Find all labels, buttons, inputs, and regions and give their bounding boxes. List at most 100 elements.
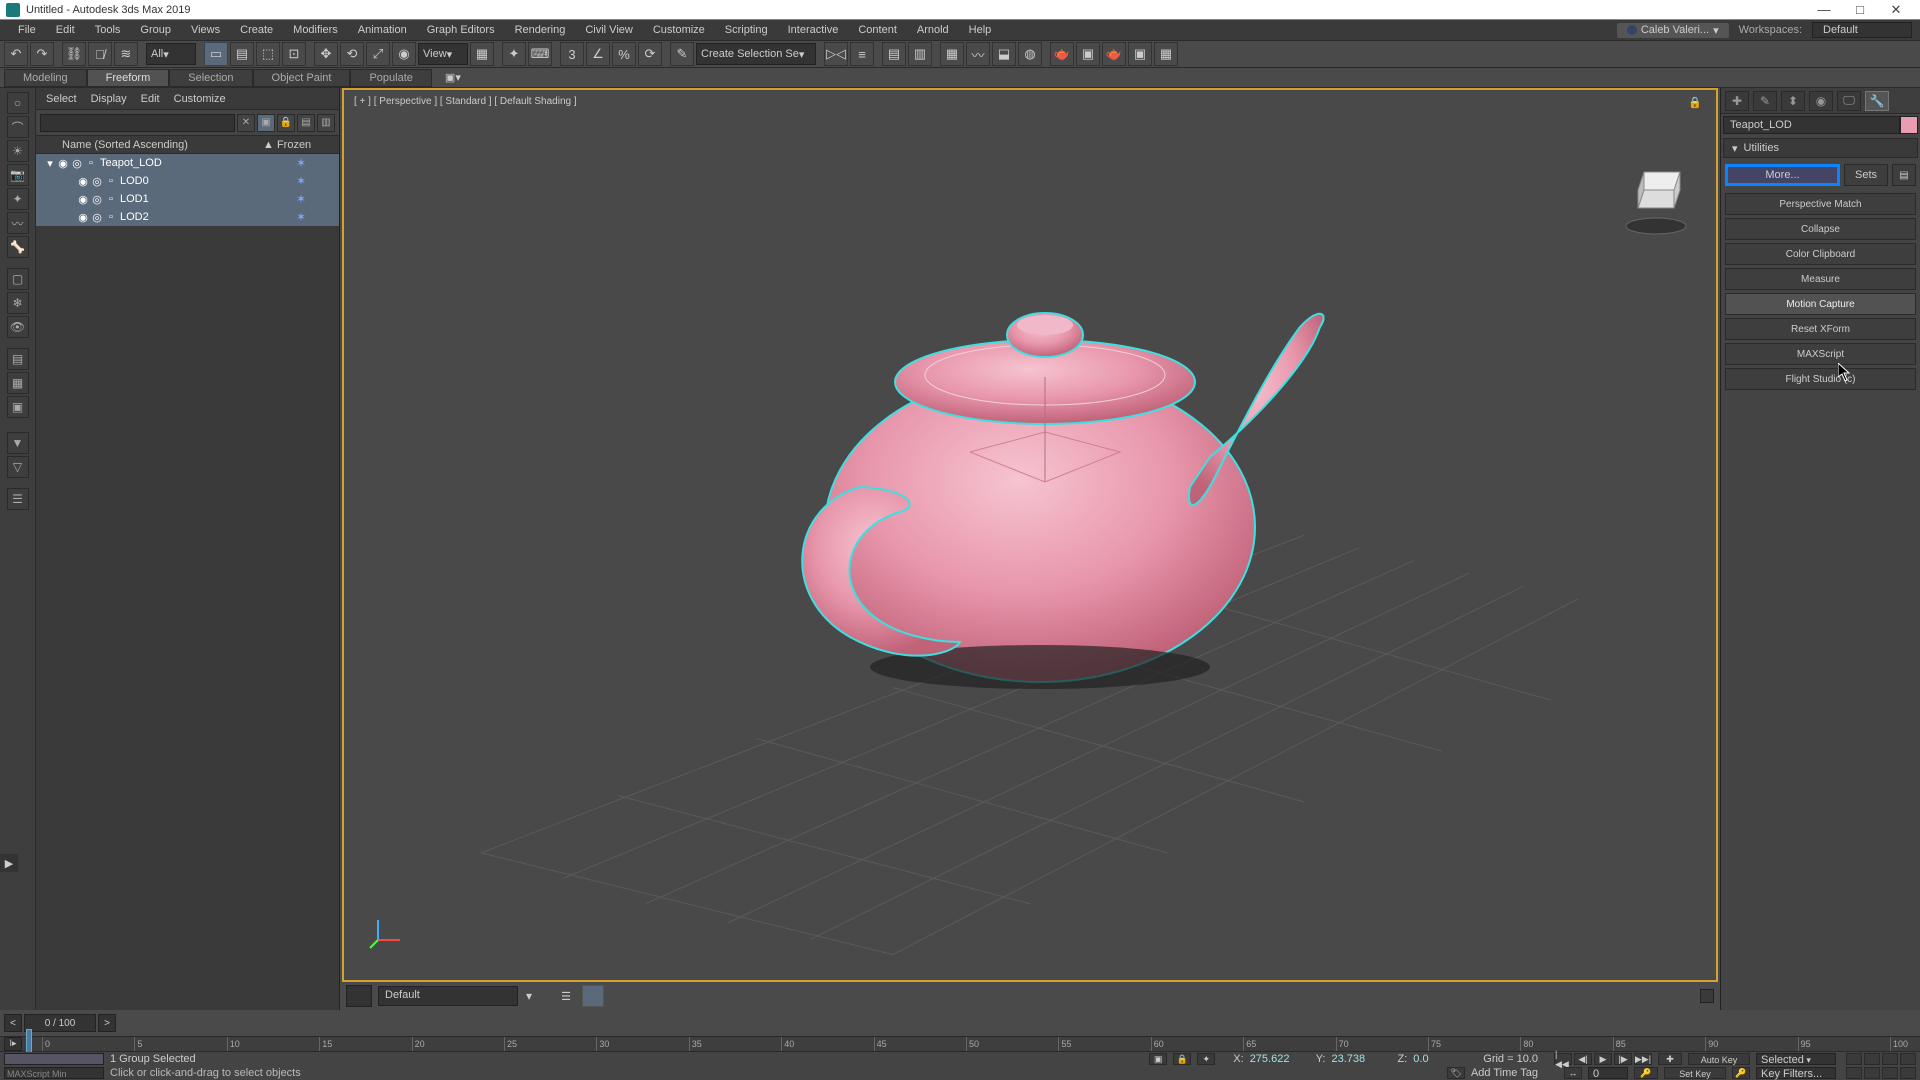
render-frame-button[interactable]: ▣ bbox=[1076, 42, 1100, 66]
keymode-dropdown[interactable]: Selected ▾ bbox=[1756, 1053, 1836, 1065]
ribbon-tab-freeform[interactable]: Freeform bbox=[87, 69, 170, 87]
filter-frozen-icon[interactable]: ❄ bbox=[7, 292, 29, 314]
next-frame[interactable]: |▶ bbox=[1614, 1053, 1632, 1065]
move-button[interactable]: ✥ bbox=[314, 42, 338, 66]
lock-icon[interactable]: 🔒 bbox=[1173, 1053, 1191, 1065]
autokey-button[interactable]: Auto Key bbox=[1688, 1053, 1750, 1065]
ribbon-tab-populate[interactable]: Populate bbox=[350, 69, 431, 87]
filter-xref-icon[interactable]: ▣ bbox=[7, 396, 29, 418]
scene-lock-button[interactable]: 🔒 bbox=[277, 114, 295, 132]
render-last-button[interactable]: ▣ bbox=[1128, 42, 1152, 66]
cmdtab-create[interactable]: ✚ bbox=[1725, 91, 1749, 111]
select-button[interactable]: ▭ bbox=[204, 42, 228, 66]
cmdtab-motion[interactable]: ◉ bbox=[1809, 91, 1833, 111]
ribbon-tab-objectpaint[interactable]: Object Paint bbox=[253, 69, 351, 87]
select-name-button[interactable]: ▤ bbox=[230, 42, 254, 66]
tree-twist-icon[interactable]: ▾ bbox=[44, 157, 56, 170]
menu-modifiers[interactable]: Modifiers bbox=[283, 24, 348, 36]
visibility-icon[interactable]: ◉ bbox=[76, 175, 90, 188]
unlink-button[interactable]: ⛓̸ bbox=[88, 42, 112, 66]
filter-layer-icon[interactable]: ▤ bbox=[7, 348, 29, 370]
scene-menu-display[interactable]: Display bbox=[91, 93, 127, 105]
nav-max-icon[interactable] bbox=[1900, 1067, 1916, 1079]
cmdtab-display[interactable]: 🖵 bbox=[1837, 91, 1861, 111]
schematic-button[interactable]: ⬓ bbox=[992, 42, 1016, 66]
viewport-prompt-toggle[interactable]: ▶ bbox=[0, 854, 18, 872]
isolate-icon[interactable]: ▣ bbox=[1149, 1053, 1167, 1065]
user-dropdown[interactable]: Caleb Valeri... ▾ bbox=[1617, 23, 1729, 38]
prev-frame[interactable]: ◀| bbox=[1574, 1053, 1592, 1065]
util-btn-maxscript[interactable]: MAXScript bbox=[1725, 343, 1916, 365]
utilities-config-button[interactable]: ▤ bbox=[1892, 164, 1916, 186]
viewcube[interactable] bbox=[1616, 160, 1696, 240]
bind-button[interactable]: ≋ bbox=[114, 42, 138, 66]
keyfilters-button[interactable]: Key Filters... bbox=[1756, 1067, 1836, 1079]
filter-cameras-icon[interactable]: 📷 bbox=[7, 164, 29, 186]
nav-pan-icon[interactable] bbox=[1846, 1053, 1862, 1065]
layers-button[interactable]: ▤ bbox=[882, 42, 906, 66]
scene-search-input[interactable] bbox=[40, 114, 235, 132]
menu-customize[interactable]: Customize bbox=[643, 24, 715, 36]
render-setup-button[interactable]: 🫖 bbox=[1050, 42, 1074, 66]
filter-expand-icon[interactable]: ▽ bbox=[7, 456, 29, 478]
util-btn-perspective-match[interactable]: Perspective Match bbox=[1725, 193, 1916, 215]
setkey-button[interactable]: Set Key bbox=[1664, 1067, 1726, 1079]
viewport-lock-icon[interactable]: 🔒 bbox=[1688, 96, 1702, 109]
viewport-label[interactable]: [ + ] [ Perspective ] [ Standard ] [ Def… bbox=[354, 96, 577, 107]
menu-scripting[interactable]: Scripting bbox=[715, 24, 778, 36]
render-icon[interactable]: ◎ bbox=[90, 175, 104, 188]
wireframe-toggle[interactable] bbox=[582, 985, 604, 1007]
maxscript-mini[interactable]: MAXScript Min bbox=[4, 1067, 104, 1079]
maxscript-listener[interactable] bbox=[4, 1053, 104, 1065]
play-button[interactable]: ▶ bbox=[1594, 1053, 1612, 1065]
rollout-utilities-header[interactable]: ▾ Utilities bbox=[1723, 138, 1918, 158]
menu-civilview[interactable]: Civil View bbox=[575, 24, 642, 36]
cmdtab-utilities[interactable]: 🔧 bbox=[1865, 91, 1889, 111]
scene-sync-button[interactable]: ▣ bbox=[257, 114, 275, 132]
visibility-icon[interactable]: ◉ bbox=[76, 211, 90, 224]
render-prod-button[interactable]: ▦ bbox=[1154, 42, 1178, 66]
util-btn-measure[interactable]: Measure bbox=[1725, 268, 1916, 290]
nav-zoomext-icon[interactable] bbox=[1882, 1053, 1898, 1065]
filter-hidden-icon[interactable]: 👁 bbox=[7, 316, 29, 338]
timeslider-track[interactable] bbox=[122, 1016, 1910, 1030]
goto-end[interactable]: ▶▶| bbox=[1634, 1053, 1652, 1065]
cmdtab-modify[interactable]: ✎ bbox=[1753, 91, 1777, 111]
ribbon-expand-icon[interactable]: ▣▾ bbox=[442, 70, 464, 86]
filter-search-icon[interactable]: ☰ bbox=[7, 488, 29, 510]
add-time-tag[interactable]: Add Time Tag bbox=[1471, 1067, 1558, 1079]
util-btn-flight-studio-c-[interactable]: Flight Studio (c) bbox=[1725, 368, 1916, 390]
scene-columns-header[interactable]: Name (Sorted Ascending) ▲ Frozen bbox=[36, 136, 339, 154]
filter-dropdown[interactable]: All ▾ bbox=[146, 43, 196, 65]
scene-col-frozen[interactable]: ▲ Frozen bbox=[263, 139, 339, 151]
scene-search-clear[interactable]: ✕ bbox=[237, 114, 255, 132]
filter-helpers-icon[interactable]: ✦ bbox=[7, 188, 29, 210]
filter-bone-icon[interactable]: 🦴 bbox=[7, 236, 29, 258]
goto-start[interactable]: |◀◀ bbox=[1554, 1053, 1572, 1065]
manip-button[interactable]: ✦ bbox=[502, 42, 526, 66]
rotate-button[interactable]: ⟲ bbox=[340, 42, 364, 66]
menu-arnold[interactable]: Arnold bbox=[907, 24, 959, 36]
nav-orbit-icon[interactable] bbox=[1846, 1067, 1862, 1079]
frozen-icon[interactable]: ✶ bbox=[263, 156, 339, 170]
menu-rendering[interactable]: Rendering bbox=[505, 24, 576, 36]
menu-content[interactable]: Content bbox=[848, 24, 907, 36]
timeline-cursor[interactable] bbox=[26, 1029, 32, 1053]
menu-views[interactable]: Views bbox=[181, 24, 230, 36]
select-window-button[interactable]: ⊡ bbox=[282, 42, 306, 66]
material-slot[interactable] bbox=[346, 985, 372, 1007]
isolate-toggle[interactable]: ☰ bbox=[556, 986, 576, 1006]
pivot-button[interactable]: ▦ bbox=[470, 42, 494, 66]
loop-icon[interactable]: ↔ bbox=[1564, 1067, 1582, 1079]
place-button[interactable]: ◉ bbox=[392, 42, 416, 66]
keyfilter-icon[interactable]: 🔑 bbox=[1732, 1067, 1750, 1079]
util-btn-color-clipboard[interactable]: Color Clipboard bbox=[1725, 243, 1916, 265]
filter-lights-icon[interactable]: ☀ bbox=[7, 140, 29, 162]
teapot-object[interactable] bbox=[710, 227, 1350, 727]
ribbon-tab-modeling[interactable]: Modeling bbox=[4, 69, 87, 87]
time-slider[interactable]: < 0 / 100 > bbox=[0, 1010, 1920, 1036]
material-editor-button[interactable]: ◍ bbox=[1018, 42, 1042, 66]
nav-zoom-icon[interactable] bbox=[1864, 1053, 1880, 1065]
nav-roll-icon[interactable] bbox=[1882, 1067, 1898, 1079]
viewport[interactable]: [ + ] [ Perspective ] [ Standard ] [ Def… bbox=[342, 88, 1718, 982]
